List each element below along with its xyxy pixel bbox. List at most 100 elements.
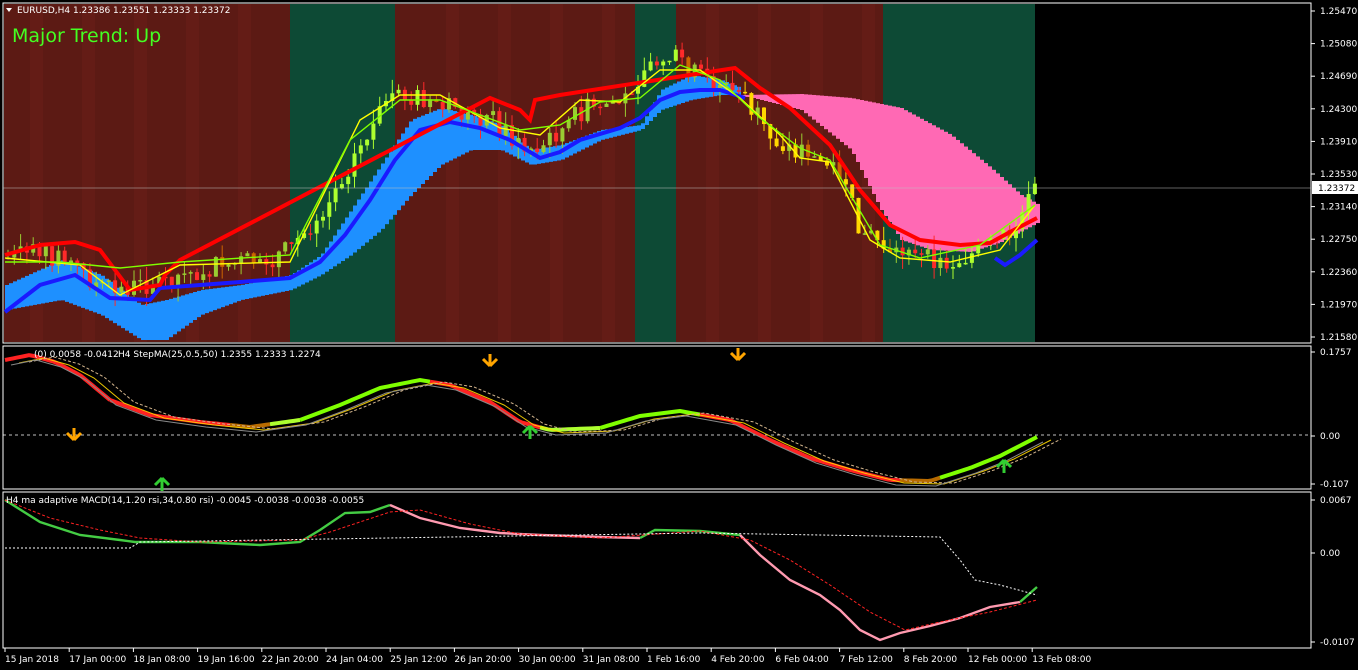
support-band-step	[185, 294, 189, 326]
support-band-step	[641, 123, 645, 129]
candle-body	[352, 153, 357, 177]
price-pane[interactable]: EURUSD,H4 1.23386 1.23551 1.23333 1.2337…	[2, 2, 1312, 344]
support-band-step	[645, 116, 649, 125]
support-band-step	[413, 118, 417, 192]
trend-zone-stripe	[550, 4, 563, 342]
support-band-step	[345, 217, 349, 259]
resistance-band-step	[948, 133, 952, 251]
candle-body	[195, 272, 199, 280]
support-band-step	[249, 283, 253, 299]
support-band-step	[141, 304, 145, 340]
support-band-step	[437, 109, 441, 168]
support-band-step	[181, 295, 185, 329]
resistance-band-step	[952, 136, 956, 252]
support-band-step	[625, 126, 629, 134]
candle-body	[314, 220, 319, 234]
candle-body	[226, 264, 231, 267]
support-band-step	[337, 229, 341, 264]
support-band-step	[73, 264, 77, 305]
candle-body	[220, 257, 225, 267]
candle-body	[289, 242, 294, 244]
resistance-band-step	[892, 106, 896, 228]
candle-body	[598, 106, 603, 109]
support-band-step	[21, 277, 25, 308]
candle-body	[321, 216, 325, 221]
candle-body	[440, 101, 445, 110]
time-tick-label: 7 Feb 12:00	[840, 655, 894, 665]
support-band-step	[633, 125, 637, 132]
time-axis: 15 Jan 2018 17 Jan 00:00 18 Jan 08:00 19 Ja…	[4, 648, 1092, 665]
support-band-step	[245, 284, 249, 299]
resistance-band-step	[828, 96, 832, 133]
resistance-band-step	[940, 129, 944, 251]
candle-body	[541, 145, 546, 153]
candle-body	[182, 273, 187, 275]
support-band-step	[637, 125, 641, 131]
time-tick-label: 15 Jan 2018	[5, 655, 59, 665]
candle-body	[276, 251, 281, 268]
resistance-band-step	[928, 123, 932, 250]
candle-body	[201, 274, 206, 280]
price-tick-label: 1.22360	[1320, 268, 1357, 278]
macd-pane[interactable]: H4 ma adaptive MACD(14,1.20 rsi,34,0.80 …	[2, 491, 1312, 649]
support-band-step	[209, 288, 213, 312]
support-band-step	[129, 296, 133, 334]
stepma-pane[interactable]: (0) 0.0058 -0.0412 H4 StepMA(25,0.5,50) …	[2, 345, 1312, 491]
candle-body	[963, 262, 968, 265]
resistance-band-step	[804, 94, 808, 114]
support-band-step	[81, 267, 85, 308]
resistance-band-step	[924, 120, 928, 248]
resistance-band-step	[792, 94, 796, 108]
candle-body	[270, 264, 275, 268]
resistance-band-step	[904, 110, 908, 242]
candle-body	[308, 233, 313, 235]
support-band-step	[353, 205, 357, 253]
candle-body	[812, 156, 817, 158]
candle-body	[415, 90, 420, 105]
resistance-band-step	[832, 96, 836, 136]
candle-body	[654, 61, 659, 66]
candle-body	[119, 286, 124, 293]
resistance-band-step	[876, 103, 880, 202]
resistance-band-step	[800, 94, 804, 110]
candle-body	[503, 125, 508, 137]
resistance-band-step	[896, 107, 900, 234]
support-band-step	[689, 75, 693, 101]
time-tick-label: 13 Feb 08:00	[1032, 655, 1091, 665]
support-band-step	[697, 76, 701, 99]
resistance-band-step	[912, 114, 916, 244]
price-tick-label: 1.24300	[1320, 105, 1357, 115]
support-band-step	[133, 299, 137, 336]
support-band-step	[417, 117, 421, 188]
trading-chart[interactable]: EURUSD,H4 1.23386 1.23551 1.23333 1.2337…	[0, 0, 1358, 670]
support-band-step	[377, 169, 381, 233]
time-tick-label: 31 Jan 08:00	[583, 655, 640, 665]
support-band-step	[365, 187, 369, 243]
support-band-step	[329, 241, 333, 269]
price-tick-label: 1.25470	[1320, 7, 1357, 17]
resistance-band-step	[856, 99, 860, 162]
candle-body	[661, 61, 666, 66]
candle-body	[699, 64, 703, 69]
resistance-band-step	[936, 127, 940, 251]
candle-body	[491, 111, 496, 116]
price-tick-label: 1.23140	[1320, 203, 1357, 213]
candle-body	[951, 267, 955, 269]
resistance-band-step	[980, 159, 984, 249]
ind2-header: H4 ma adaptive MACD(14,1.20 rsi,34,0.80 …	[6, 496, 364, 506]
macd-axis: 0.0067 0.00 -0.0107	[1311, 496, 1355, 648]
support-band-step	[65, 261, 69, 302]
candle-body	[75, 260, 80, 264]
price-tick-label: 1.21970	[1320, 300, 1357, 310]
support-band-step	[177, 296, 181, 332]
resistance-band-step	[900, 108, 904, 240]
candle-body	[730, 82, 735, 91]
support-band-step	[373, 175, 377, 236]
resistance-band-step	[908, 112, 912, 243]
resistance-band-step	[860, 100, 864, 170]
resistance-band-step	[880, 104, 884, 210]
candle-body	[396, 89, 401, 94]
resistance-band-step	[972, 153, 976, 252]
candle-body	[932, 249, 937, 269]
candle-body	[188, 272, 193, 274]
